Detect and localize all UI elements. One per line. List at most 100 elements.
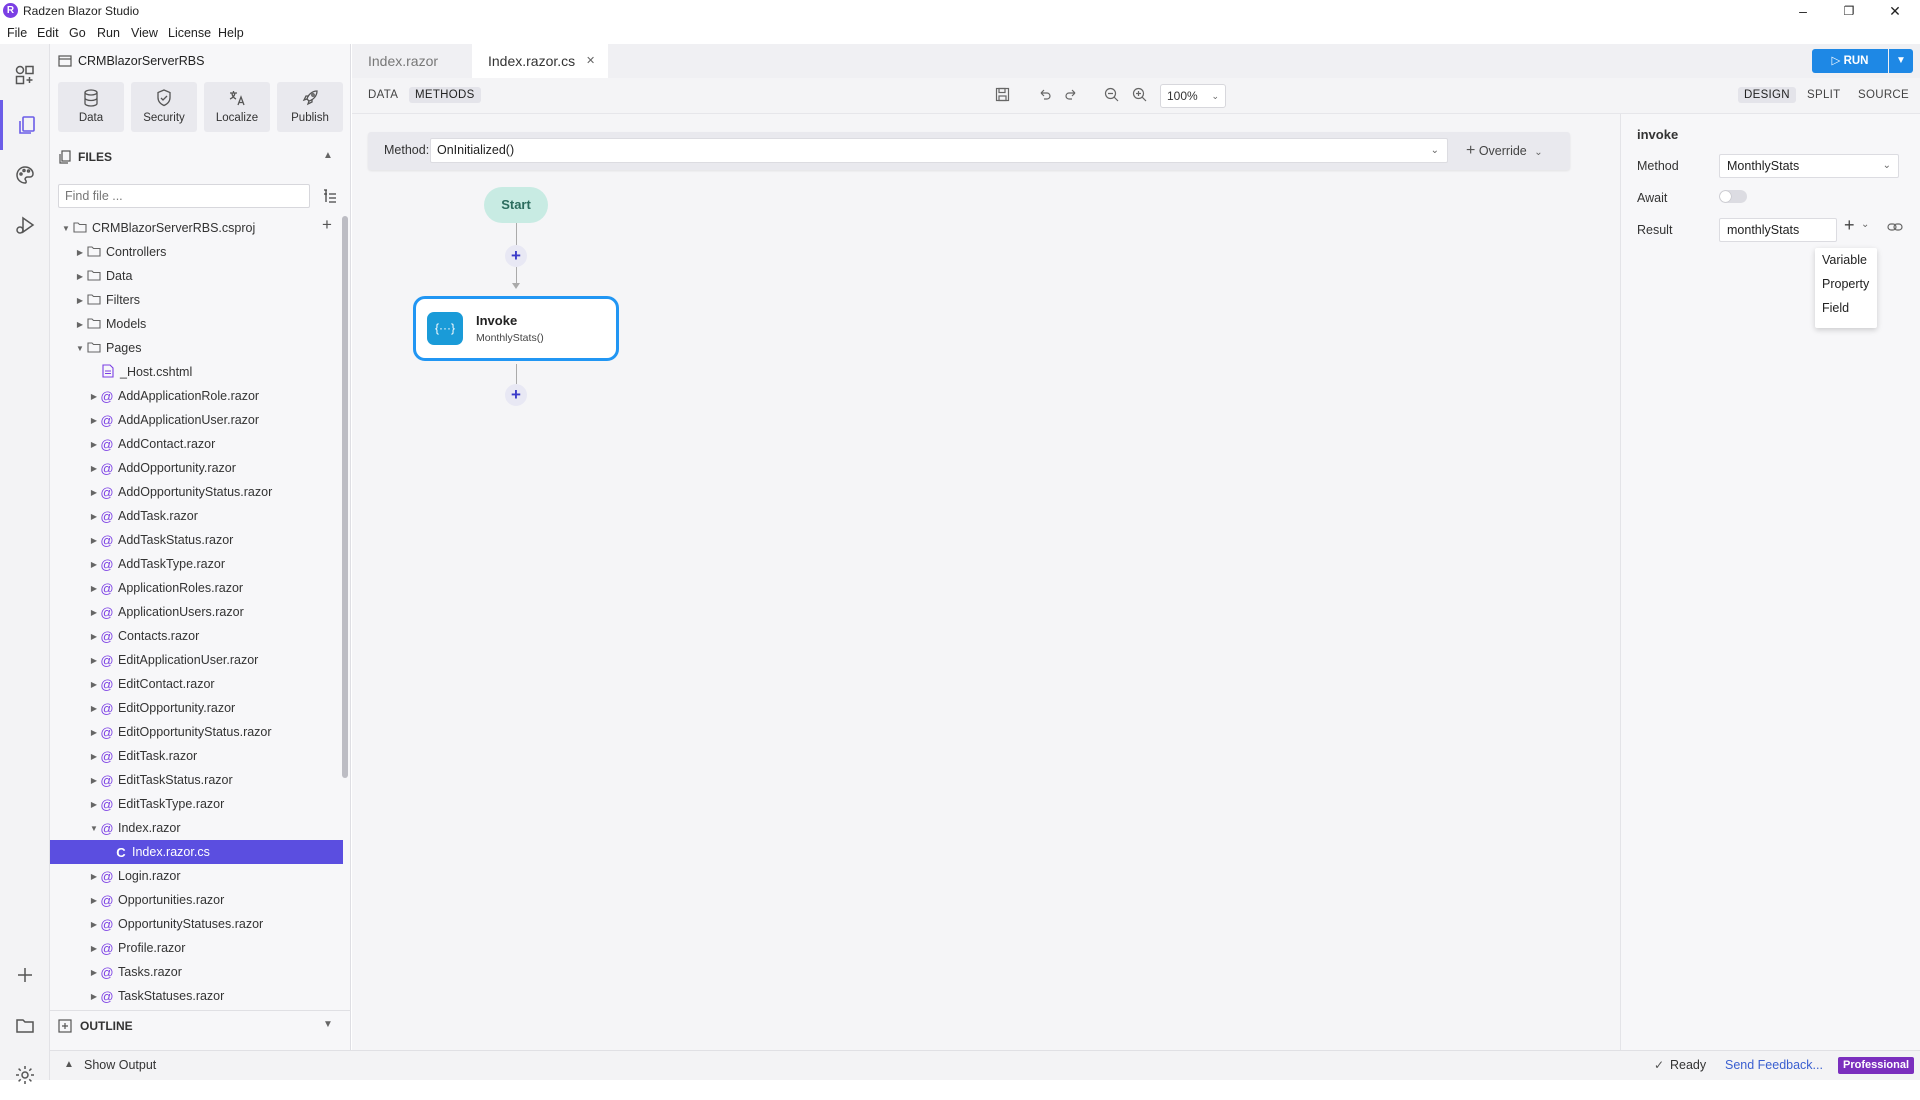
caret-right-icon[interactable]: ▶ <box>88 704 100 713</box>
tree-item[interactable]: ▶ @ EditContact.razor <box>50 672 343 696</box>
file-tree-scrollbar[interactable] <box>342 216 348 778</box>
tree-item[interactable]: ▶ @ AddOpportunityStatus.razor <box>50 480 343 504</box>
override-button[interactable]: + Override ⌄ <box>1466 139 1543 163</box>
tree-item[interactable]: ▶ @ Login.razor <box>50 864 343 888</box>
dropdown-option-property[interactable]: Property <box>1815 272 1877 296</box>
link-icon[interactable] <box>1887 221 1903 236</box>
tree-item[interactable]: ▶ @ AddApplicationRole.razor <box>50 384 343 408</box>
find-file-input[interactable] <box>58 184 310 208</box>
caret-right-icon[interactable]: ▶ <box>88 680 100 689</box>
palette-icon[interactable] <box>0 150 50 200</box>
tree-item[interactable]: _Host.cshtml <box>50 360 343 384</box>
add-step-button[interactable]: + <box>505 245 527 267</box>
close-tab-icon[interactable]: ✕ <box>586 44 595 78</box>
run-button[interactable]: ▷ RUN <box>1812 49 1888 73</box>
tree-item[interactable]: ▼ @ Index.razor <box>50 816 343 840</box>
caret-right-icon[interactable]: ▶ <box>88 944 100 953</box>
dropdown-option-variable[interactable]: Variable <box>1815 248 1877 272</box>
collapse-files-icon[interactable]: ▲ <box>323 150 333 161</box>
tree-item[interactable]: ▶ @ OpportunityStatuses.razor <box>50 912 343 936</box>
tree-item[interactable]: ▶ @ AddTaskStatus.razor <box>50 528 343 552</box>
caret-right-icon[interactable]: ▶ <box>74 248 86 257</box>
method-select[interactable]: OnInitialized() ⌄ <box>430 138 1448 163</box>
caret-right-icon[interactable]: ▶ <box>88 416 100 425</box>
add-icon[interactable] <box>0 950 50 1000</box>
menu-run[interactable]: Run <box>97 26 120 40</box>
zoom-out-icon[interactable] <box>1104 87 1119 105</box>
caret-right-icon[interactable]: ▶ <box>88 968 100 977</box>
tree-item[interactable]: ▶ Controllers <box>50 240 343 264</box>
show-output-button[interactable]: Show Output <box>84 1058 156 1072</box>
files-section-header[interactable]: FILES <box>58 150 112 164</box>
tree-item[interactable]: ▶ @ TaskStatuses.razor <box>50 984 343 1008</box>
save-icon[interactable] <box>995 87 1010 105</box>
menu-go[interactable]: Go <box>69 26 86 40</box>
add-step-button[interactable]: + <box>505 384 527 406</box>
security-tool-button[interactable]: Security <box>131 82 197 132</box>
result-input[interactable]: monthlyStats <box>1719 218 1837 242</box>
tree-item[interactable]: ▶ @ EditOpportunity.razor <box>50 696 343 720</box>
caret-right-icon[interactable]: ▶ <box>88 800 100 809</box>
outline-section-header[interactable]: OUTLINE ▼ <box>50 1010 351 1040</box>
tree-item[interactable]: ▶ @ EditApplicationUser.razor <box>50 648 343 672</box>
send-feedback-link[interactable]: Send Feedback... <box>1725 1058 1823 1072</box>
caret-right-icon[interactable]: ▶ <box>74 320 86 329</box>
components-icon[interactable] <box>0 50 50 100</box>
caret-right-icon[interactable]: ▶ <box>88 464 100 473</box>
caret-down-icon[interactable]: ▼ <box>74 344 86 353</box>
run-options-chevron-down-icon[interactable]: ▼ <box>1889 49 1913 73</box>
tree-item[interactable]: ▶ Models <box>50 312 343 336</box>
tree-item[interactable]: ▶ @ EditOpportunityStatus.razor <box>50 720 343 744</box>
chevron-down-icon[interactable]: ⌄ <box>1861 219 1869 230</box>
settings-gear-icon[interactable] <box>0 1050 50 1100</box>
tree-item[interactable]: ▼ CRMBlazorServerRBS.csproj <box>50 216 343 240</box>
await-toggle[interactable] <box>1719 190 1747 203</box>
menu-edit[interactable]: Edit <box>37 26 59 40</box>
undo-icon[interactable] <box>1037 87 1052 105</box>
tree-item[interactable]: ▶ @ EditTaskStatus.razor <box>50 768 343 792</box>
tab-index-razor[interactable]: Index.razor <box>352 44 470 78</box>
caret-right-icon[interactable]: ▶ <box>88 584 100 593</box>
caret-right-icon[interactable]: ▶ <box>88 776 100 785</box>
tree-item[interactable]: ▶ @ ApplicationRoles.razor <box>50 576 343 600</box>
tree-item[interactable]: ▶ @ AddTaskType.razor <box>50 552 343 576</box>
view-mode-split[interactable]: SPLIT <box>1801 87 1846 103</box>
restore-button[interactable]: ❐ <box>1826 0 1872 22</box>
run-debug-icon[interactable] <box>0 200 50 250</box>
caret-right-icon[interactable]: ▶ <box>88 728 100 737</box>
menu-license[interactable]: License <box>168 26 211 40</box>
caret-right-icon[interactable]: ▶ <box>74 296 86 305</box>
data-tool-button[interactable]: Data <box>58 82 124 132</box>
zoom-select[interactable]: 100% ⌄ <box>1160 84 1226 108</box>
add-result-plus-icon[interactable]: + <box>1844 215 1855 236</box>
minimize-button[interactable]: – <box>1780 0 1826 22</box>
caret-down-icon[interactable]: ▼ <box>60 224 72 233</box>
open-folder-icon[interactable] <box>0 1000 50 1050</box>
tree-item[interactable]: C Index.razor.cs <box>50 840 343 864</box>
caret-right-icon[interactable]: ▶ <box>88 656 100 665</box>
tab-index-razor-cs[interactable]: Index.razor.cs ✕ <box>472 44 608 78</box>
caret-right-icon[interactable]: ▶ <box>88 512 100 521</box>
localize-tool-button[interactable]: Localize <box>204 82 270 132</box>
caret-right-icon[interactable]: ▶ <box>88 488 100 497</box>
tree-item[interactable]: ▶ @ ApplicationUsers.razor <box>50 600 343 624</box>
tab-methods[interactable]: METHODS <box>409 87 481 103</box>
publish-tool-button[interactable]: Publish <box>277 82 343 132</box>
tree-item[interactable]: ▶ @ EditTask.razor <box>50 744 343 768</box>
caret-right-icon[interactable]: ▶ <box>88 392 100 401</box>
close-window-button[interactable]: ✕ <box>1872 0 1918 22</box>
caret-right-icon[interactable]: ▶ <box>88 896 100 905</box>
caret-right-icon[interactable]: ▶ <box>88 608 100 617</box>
caret-right-icon[interactable]: ▶ <box>88 992 100 1001</box>
menu-view[interactable]: View <box>131 26 158 40</box>
redo-icon[interactable] <box>1064 87 1079 105</box>
tree-item[interactable]: ▶ @ AddOpportunity.razor <box>50 456 343 480</box>
view-mode-design[interactable]: DESIGN <box>1738 87 1796 103</box>
tree-item[interactable]: ▶ @ AddContact.razor <box>50 432 343 456</box>
dropdown-option-field[interactable]: Field <box>1815 296 1877 320</box>
caret-right-icon[interactable]: ▶ <box>88 872 100 881</box>
menu-help[interactable]: Help <box>218 26 244 40</box>
tab-data[interactable]: DATA <box>362 87 404 103</box>
caret-right-icon[interactable]: ▶ <box>88 560 100 569</box>
caret-right-icon[interactable]: ▶ <box>88 632 100 641</box>
